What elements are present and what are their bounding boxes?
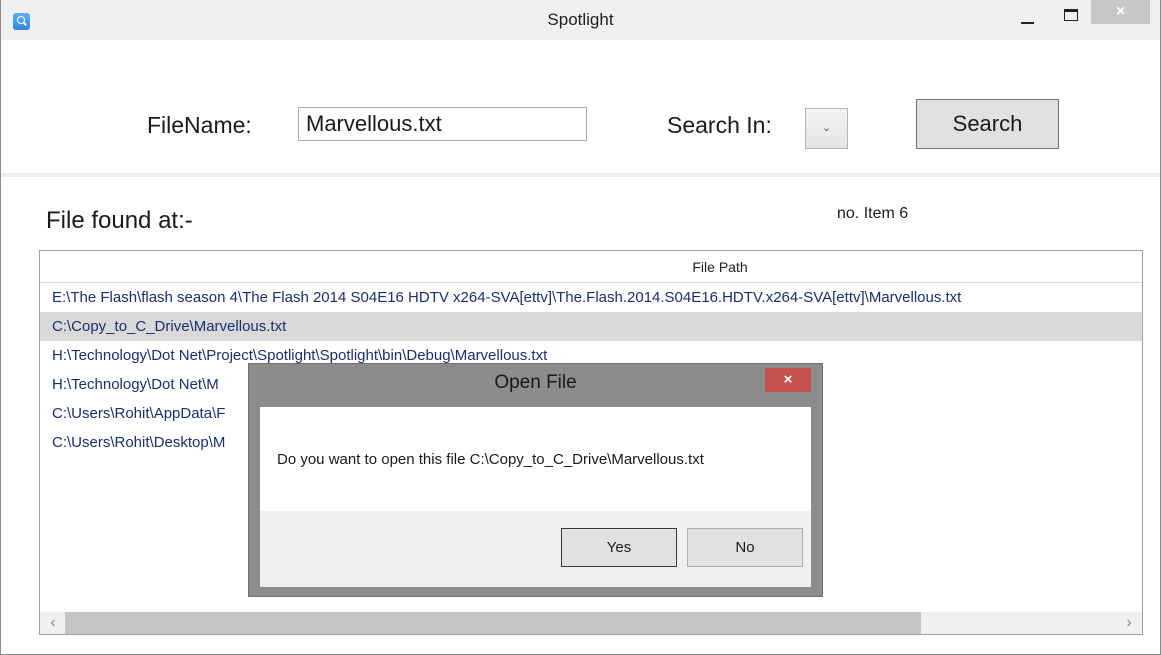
search-in-dropdown[interactable]: ⌄ [805,108,848,149]
close-button[interactable]: × [1091,0,1150,24]
dialog-title: Open File [494,372,577,393]
horizontal-scrollbar[interactable]: ‹ › [40,612,1142,634]
filename-label: FileName: [147,112,252,138]
maximize-icon [1064,9,1078,21]
dialog-message: Do you want to open this file C:\Copy_to… [277,451,704,468]
filename-input[interactable] [298,107,587,141]
search-button[interactable]: Search [916,99,1059,149]
file-found-label: File found at:- [46,207,193,234]
scroll-left-icon[interactable]: ‹ [44,612,62,634]
maximize-button[interactable] [1055,0,1089,28]
yes-button[interactable]: Yes [561,528,677,567]
minimize-button[interactable] [1010,0,1044,28]
chevron-down-icon: ⌄ [821,122,832,134]
window-title: Spotlight [547,10,614,29]
scroll-right-icon[interactable]: › [1120,612,1138,634]
list-header: File Path [40,251,1142,283]
list-item[interactable]: E:\The Flash\flash season 4\The Flash 20… [40,283,1142,312]
item-count-label: no. Item 6 [837,205,909,222]
column-header-file-path[interactable]: File Path [40,251,1142,283]
open-file-dialog: Open File × Do you want to open this fil… [248,363,823,597]
close-icon: × [783,371,793,388]
dialog-close-button[interactable]: × [765,368,811,392]
search-in-label: Search In: [667,112,772,138]
dialog-body: Do you want to open this file C:\Copy_to… [260,407,811,587]
list-item-selected[interactable]: C:\Copy_to_C_Drive\Marvellous.txt [40,312,1142,341]
divider [1,173,1160,177]
no-button[interactable]: No [687,528,803,567]
spotlight-window: Spotlight × FileName: Search In: ⌄ Searc… [0,0,1161,655]
dialog-footer: Yes No [260,511,811,587]
scrollbar-thumb[interactable] [65,612,921,634]
close-icon: × [1115,3,1126,20]
title-bar[interactable]: Spotlight × [1,0,1160,40]
minimize-icon [1021,22,1034,24]
